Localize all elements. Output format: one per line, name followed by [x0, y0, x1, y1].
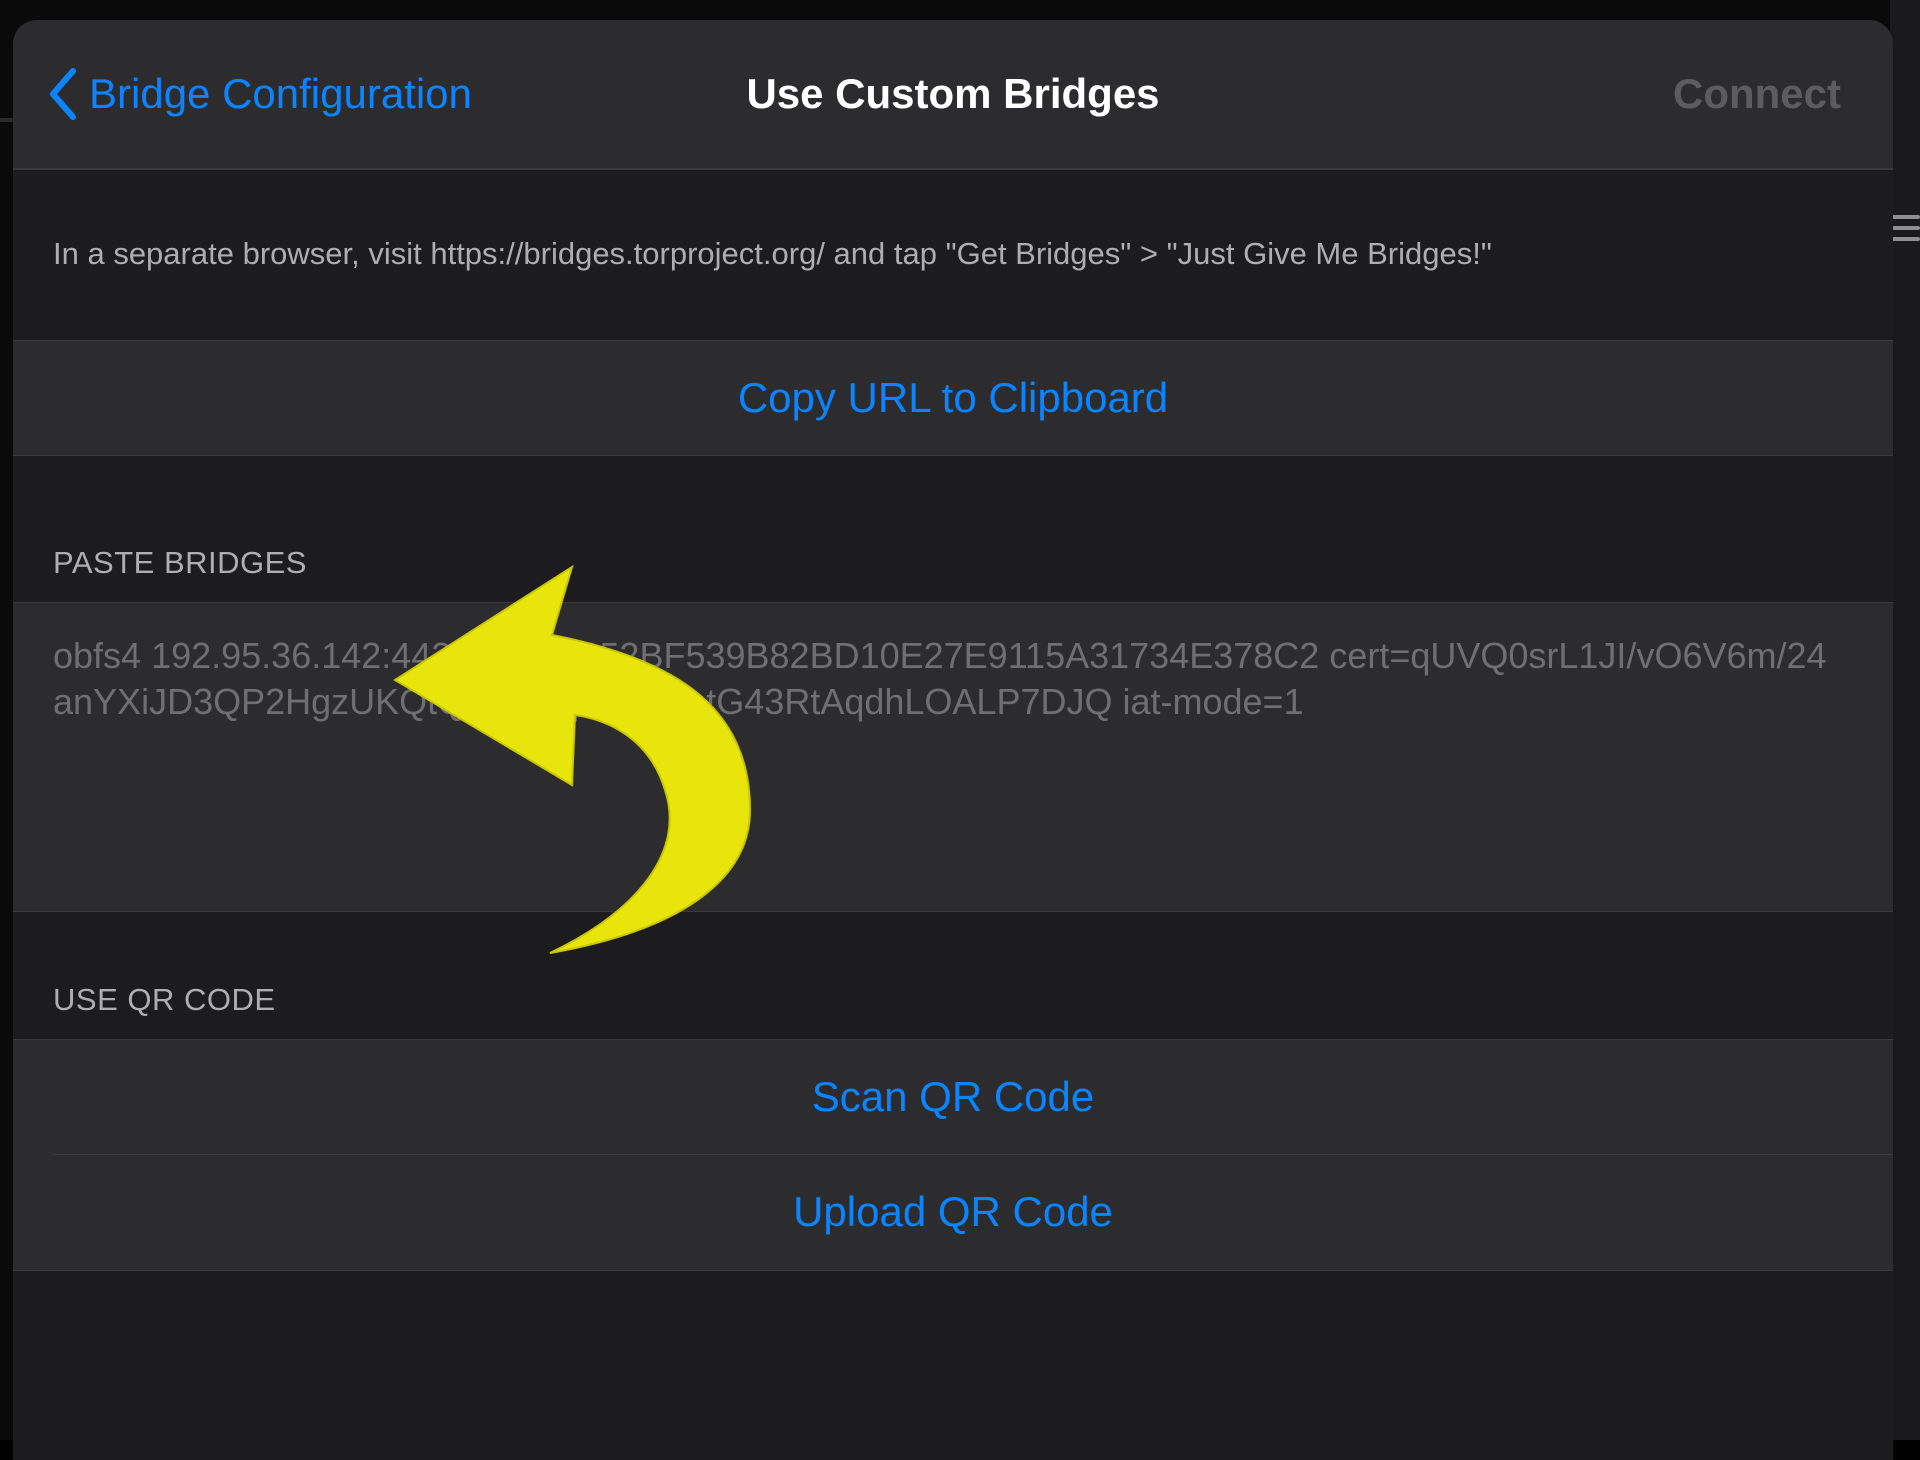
bridges-text-area[interactable]: obfs4 192.95.36.142:443 CDF2E852BF539B82…	[13, 602, 1893, 912]
qr-code-header: USE QR CODE	[53, 982, 276, 1017]
paste-bridges-header: PASTE BRIDGES	[53, 545, 307, 580]
modal-sheet: Bridge Configuration Use Custom Bridges …	[13, 20, 1893, 1460]
page-title: Use Custom Bridges	[746, 70, 1160, 117]
hamburger-menu-icon	[1892, 215, 1920, 245]
copy-url-button[interactable]: Copy URL to Clipboard	[13, 341, 1893, 455]
connect-button[interactable]: Connect	[1673, 64, 1841, 124]
bridges-input[interactable]: obfs4 192.95.36.142:443 CDF2E852BF539B82…	[53, 633, 1843, 725]
navigation-bar: Bridge Configuration Use Custom Bridges …	[13, 20, 1893, 170]
instructions-text: In a separate browser, visit https://bri…	[53, 236, 1492, 271]
scan-qr-button[interactable]: Scan QR Code	[13, 1040, 1893, 1154]
copy-url-cell: Copy URL to Clipboard	[13, 340, 1893, 456]
upload-qr-button[interactable]: Upload QR Code	[13, 1155, 1893, 1269]
qr-code-group: Scan QR Code Upload QR Code	[13, 1039, 1893, 1271]
